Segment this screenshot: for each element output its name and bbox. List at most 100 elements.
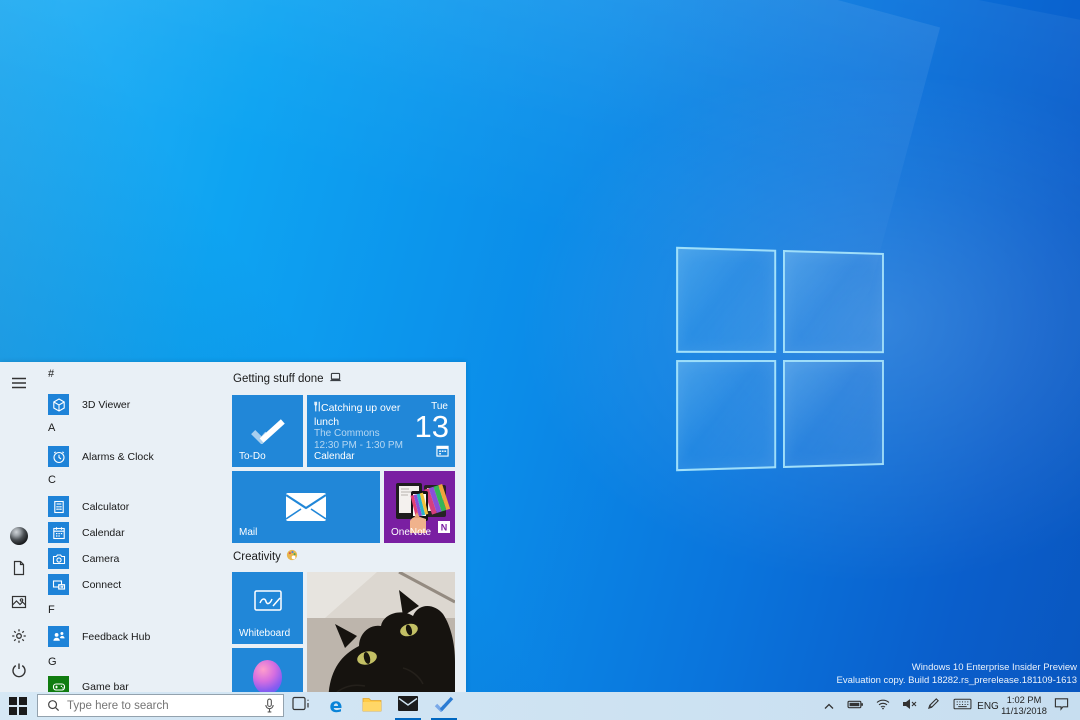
app-item-game-bar[interactable]: Game bar <box>48 676 129 692</box>
windows-logo-pane <box>676 359 776 472</box>
camera-icon <box>48 548 69 569</box>
taskbar-mail-button[interactable] <box>394 692 422 720</box>
app-label: Connect <box>82 578 122 591</box>
search-icon <box>47 699 60 712</box>
game-bar-icon <box>48 676 69 692</box>
tile-group-title[interactable]: Creativity <box>233 549 298 564</box>
artist-palette-emoji-icon <box>286 549 298 564</box>
battery-tray-button[interactable] <box>843 692 867 720</box>
tile-to-do[interactable]: To-Do <box>232 395 303 467</box>
power-button[interactable] <box>8 661 30 683</box>
app-section-letter[interactable]: C <box>48 474 56 486</box>
app-label: Calculator <box>82 500 130 513</box>
app-item-camera[interactable]: Camera <box>48 548 119 569</box>
event-title: Catching up over lunch <box>314 402 401 428</box>
calendar-event: Catching up over lunch The Commons 12:30… <box>314 401 412 452</box>
svg-text:N: N <box>441 523 448 533</box>
clock-time: 1:02 PM <box>1006 695 1042 705</box>
mini-calendar-icon <box>436 444 449 462</box>
microphone-icon[interactable] <box>264 698 275 713</box>
tile-mail[interactable]: Mail <box>232 471 380 543</box>
expand-menu-button[interactable] <box>8 374 30 396</box>
tile-label: To-Do <box>239 451 266 462</box>
group-title-text: Creativity <box>233 550 281 563</box>
taskbar-to-do-button[interactable] <box>430 692 458 720</box>
document-icon <box>11 560 27 581</box>
taskbar-file-explorer-button[interactable] <box>358 692 386 720</box>
app-item-3d-viewer[interactable]: 3D Viewer <box>48 394 130 415</box>
evaluation-watermark: Windows 10 Enterprise Insider Preview Ev… <box>837 662 1077 687</box>
language-indicator[interactable]: ENG <box>975 692 1001 720</box>
start-button[interactable] <box>0 692 36 720</box>
app-item-calculator[interactable]: Calculator <box>48 496 129 517</box>
search-input[interactable] <box>67 699 256 712</box>
task-view-icon <box>292 696 310 716</box>
user-account-button[interactable] <box>8 525 30 547</box>
clock-date: 11/13/2018 <box>1001 706 1047 716</box>
windows-start-icon <box>9 697 27 715</box>
pen-tray-button[interactable] <box>921 692 945 720</box>
windows-logo-wallpaper <box>676 246 884 472</box>
tile-photos-cat[interactable] <box>307 572 455 692</box>
keyboard-icon <box>953 697 972 715</box>
3d-viewer-icon <box>48 394 69 415</box>
app-label: Camera <box>82 552 120 565</box>
task-view-button[interactable] <box>288 692 314 720</box>
whiteboard-icon <box>232 572 303 630</box>
taskbar: e <box>0 692 1080 720</box>
gear-icon <box>11 628 27 649</box>
onenote-logo-icon: N <box>438 520 450 538</box>
tile-label: Calendar <box>314 451 355 462</box>
group-title-text: Getting stuff done <box>233 373 324 385</box>
app-item-alarms-clock[interactable]: Alarms & Clock <box>48 446 154 467</box>
app-section-letter[interactable]: A <box>48 422 55 434</box>
mail-icon <box>398 696 418 716</box>
app-label: Alarms & Clock <box>82 450 154 463</box>
tile-label: OneNote <box>391 527 432 538</box>
tile-label: Mail <box>239 527 258 538</box>
alarm-clock-icon <box>48 446 69 467</box>
wifi-icon <box>876 697 890 715</box>
paint-balloon-icon <box>253 660 282 692</box>
file-explorer-icon <box>362 696 382 717</box>
app-label: Feedback Hub <box>82 630 151 643</box>
tile-group-title[interactable]: Getting stuff done <box>233 372 342 386</box>
app-item-connect[interactable]: Connect <box>48 574 121 595</box>
app-label: Game bar <box>82 680 129 693</box>
language-label: ENG <box>977 700 999 712</box>
taskbar-search[interactable] <box>37 694 284 717</box>
app-item-feedback-hub[interactable]: Feedback Hub <box>48 626 150 647</box>
laptop-emoji-icon <box>329 372 342 386</box>
event-location: The Commons <box>314 428 380 439</box>
tray-overflow-button[interactable] <box>818 692 840 720</box>
chevron-up-icon <box>824 697 834 715</box>
windows-logo-pane <box>782 249 884 354</box>
app-section-letter[interactable]: G <box>48 656 57 668</box>
action-center-button[interactable] <box>1048 692 1074 720</box>
network-tray-button[interactable] <box>871 692 895 720</box>
app-section-letter[interactable]: F <box>48 604 55 616</box>
battery-icon <box>846 697 864 715</box>
windows-logo-pane <box>676 246 776 353</box>
connect-icon <box>48 574 69 595</box>
volume-tray-button[interactable] <box>897 692 921 720</box>
tile-paint-3d[interactable] <box>232 648 303 692</box>
touch-keyboard-tray-button[interactable] <box>948 692 976 720</box>
pictures-icon <box>11 594 27 615</box>
pictures-button[interactable] <box>8 593 30 615</box>
taskbar-clock[interactable]: 1:02 PM 11/13/2018 <box>999 695 1049 717</box>
app-section-letter[interactable]: # <box>48 368 54 380</box>
tile-whiteboard[interactable]: Whiteboard <box>232 572 303 644</box>
settings-button[interactable] <box>8 627 30 649</box>
app-item-calendar[interactable]: Calendar <box>48 522 125 543</box>
windows-logo-pane <box>782 359 884 469</box>
tile-onenote[interactable]: OneNote N <box>384 471 455 543</box>
power-icon <box>11 662 27 683</box>
tile-calendar[interactable]: Catching up over lunch The Commons 12:30… <box>307 395 455 467</box>
user-avatar <box>10 527 28 545</box>
documents-button[interactable] <box>8 559 30 581</box>
taskbar-edge-button[interactable]: e <box>322 692 350 720</box>
action-center-icon <box>1054 697 1069 716</box>
tile-label: Whiteboard <box>239 628 291 639</box>
start-menu: # 3D Viewer A Alarms & Clock C Calculato… <box>0 362 466 692</box>
